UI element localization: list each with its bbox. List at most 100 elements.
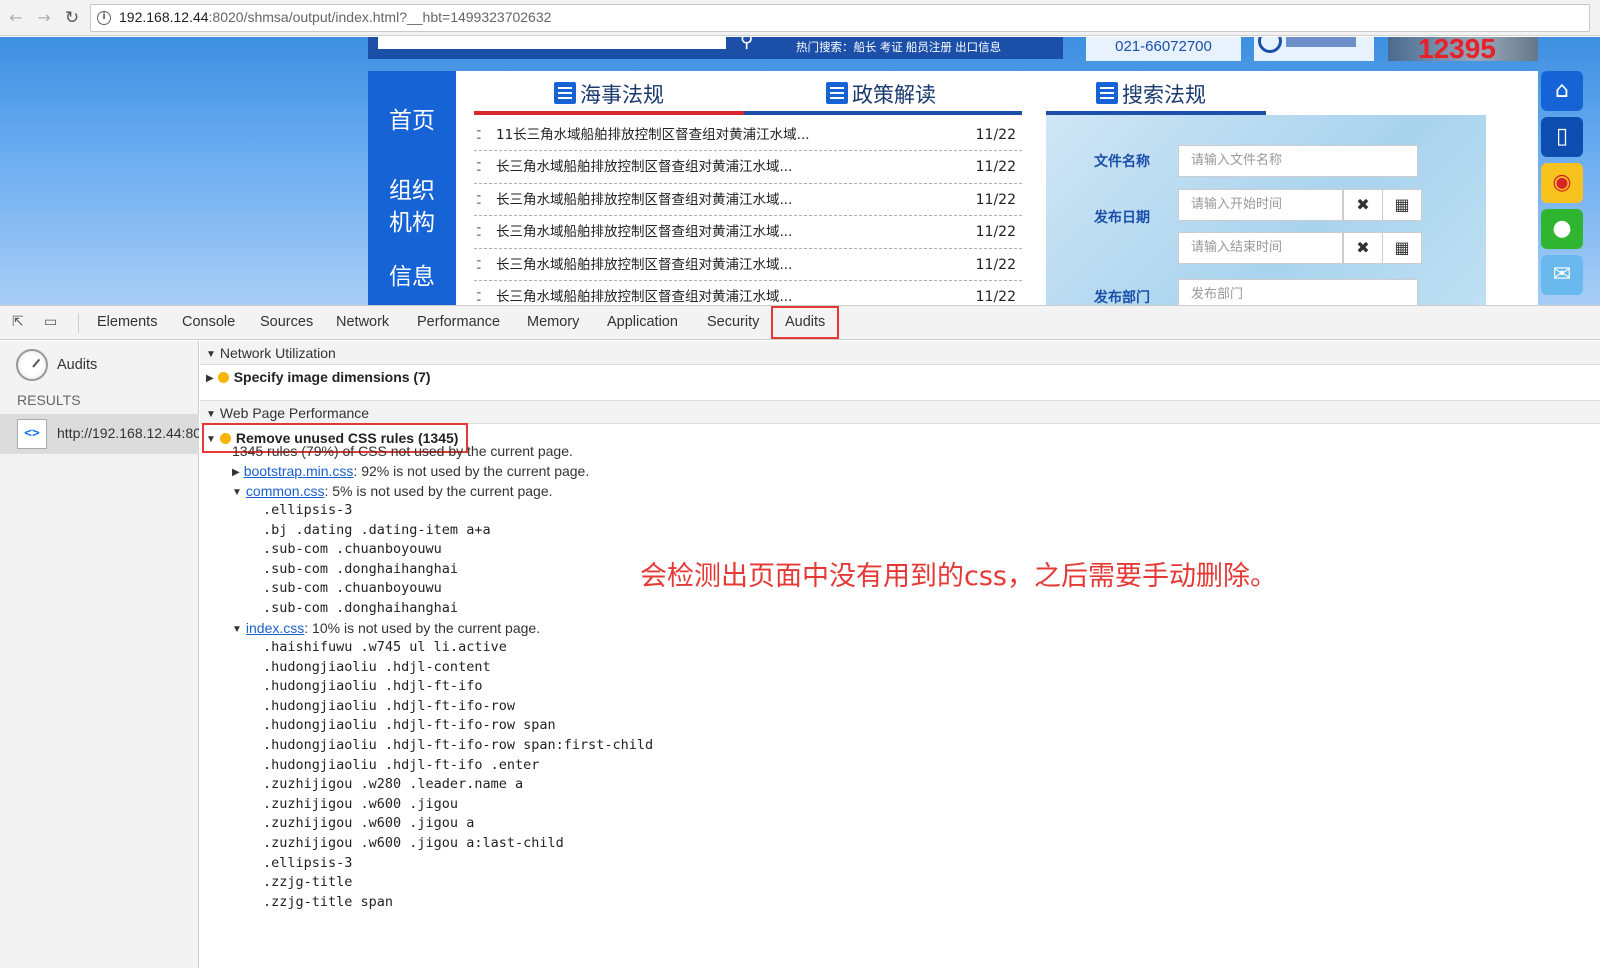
audits-sidebar: Audits RESULTS <> http://192.168.12.44:8… [0, 341, 199, 968]
file-link[interactable]: common.css [246, 483, 325, 499]
clear-icon[interactable]: ✖ [1343, 189, 1383, 221]
css-rule: .zuzhijigou .w280 .leader.name a [263, 776, 524, 793]
news-list: ⁚⁚ 11长三角水域船舶排放控制区督查组对黄浦江水域... 11/22 ⁚⁚ 长三角水… [474, 119, 1022, 305]
category-web-page-performance[interactable]: ▼ Web Page Performance [200, 400, 1600, 424]
weibo-icon[interactable]: ◉ [1541, 163, 1583, 203]
bullet-icon: ⁚⁚ [476, 160, 481, 175]
site-header-strip: ⚲ 热门搜索：船长 考证 船员注册 出口信息 021-66072700 1239… [368, 37, 1538, 61]
expand-triangle-icon: ▼ [206, 434, 216, 445]
mail-icon[interactable]: ✉ [1541, 255, 1583, 295]
warning-dot-icon [217, 372, 229, 383]
news-item[interactable]: ⁚⁚ 长三角水域船舶排放控制区督查组对黄浦江水域... 11/22 [474, 184, 1022, 217]
css-rule: .zuzhijigou .w600 .jigou a [263, 815, 475, 832]
news-item[interactable]: ⁚⁚ 长三角水域船舶排放控制区督查组对黄浦江水域... 11/22 [474, 216, 1022, 249]
audit-result-item[interactable]: <> http://192.168.12.44:8020 [0, 414, 199, 454]
badge-circle-icon [1258, 37, 1282, 53]
nav-info[interactable]: 信息 [368, 261, 456, 293]
calendar-icon[interactable]: ▦ [1382, 232, 1422, 264]
file-name-input[interactable]: 请输入文件名称 [1178, 145, 1418, 177]
audit-image-dimensions[interactable]: ▶ Specify image dimensions (7) [206, 366, 431, 388]
file-row-index[interactable]: ▼ index.css: 10% is not used by the curre… [232, 620, 540, 636]
audit-results-panel: ▼ Network Utilization ▶ Specify image dime… [200, 341, 1600, 968]
hotline-banner[interactable]: 12395 [1388, 37, 1538, 61]
home-icon[interactable]: ⌂ [1541, 71, 1583, 111]
audits-clock-icon [16, 349, 48, 381]
tab-policy[interactable]: 政策解读 [826, 79, 936, 109]
tab-security[interactable]: Security [707, 306, 759, 339]
badge-text [1286, 37, 1356, 47]
news-item[interactable]: ⁚⁚ 长三角水域船舶排放控制区督查组对黄浦江水域... 11/22 [474, 281, 1022, 305]
calendar-icon[interactable]: ▦ [1382, 189, 1422, 221]
collapsed-triangle-icon: ▶ [232, 467, 240, 478]
clear-icon[interactable]: ✖ [1343, 232, 1383, 264]
left-nav: 首页 组织 机构 信息 [368, 71, 456, 305]
tab-sources[interactable]: Sources [260, 306, 313, 339]
publish-date-label: 发布日期 [1094, 210, 1150, 226]
file-name-label: 文件名称 [1094, 154, 1150, 170]
law-search-title: 搜索法规 [1096, 79, 1206, 109]
site-search-input[interactable] [378, 37, 726, 49]
tab-application[interactable]: Application [607, 306, 678, 339]
mobile-icon[interactable]: ▯ [1541, 117, 1583, 157]
css-rule: .ellipsis-3 [263, 854, 353, 871]
css-rule: .ellipsis-3 [263, 502, 353, 518]
hotline-number: 12395 [1418, 37, 1496, 61]
url-input[interactable]: i 192.168.12.44:8020/shmsa/output/index.… [90, 4, 1590, 32]
common-css-rules: .ellipsis-3 .bj .dating .dating-item a+a… [263, 501, 491, 619]
tab-elements[interactable]: Elements [97, 306, 157, 339]
forward-arrow-icon[interactable]: → [34, 8, 54, 28]
tab-memory[interactable]: Memory [527, 306, 579, 339]
annotation-note: 会检测出页面中没有用到的css，之后需要手动删除。 [640, 561, 1277, 592]
device-toolbar-icon[interactable]: ▭ [44, 314, 62, 332]
tab-maritime-law[interactable]: 海事法规 [554, 79, 664, 109]
results-heading: RESULTS [17, 392, 81, 408]
file-row-bootstrap[interactable]: ▶ bootstrap.min.css: 92% is not used by t… [232, 463, 589, 479]
search-icon[interactable]: ⚲ [740, 37, 753, 52]
nav-org[interactable]: 组织 机构 [368, 175, 456, 239]
tab-audits[interactable]: Audits [771, 306, 840, 339]
unused-css-summary: 1345 rules (79%) of CSS not used by the … [232, 443, 573, 459]
file-link[interactable]: index.css [246, 620, 304, 636]
inspect-element-icon[interactable]: ⇱ [12, 314, 30, 332]
info-icon[interactable]: i [97, 11, 111, 25]
bullet-icon: ⁚⁚ [476, 128, 481, 142]
back-arrow-icon[interactable]: ← [6, 8, 26, 28]
expand-triangle-icon: ▼ [232, 624, 242, 635]
file-link[interactable]: bootstrap.min.css [244, 463, 354, 479]
css-rule: .zuzhijigou .w600 .jigou [263, 795, 459, 812]
wechat-icon[interactable]: ● [1541, 209, 1583, 249]
file-row-common[interactable]: ▼ common.css: 5% is not used by the curre… [232, 483, 553, 499]
category-network-utilization[interactable]: ▼ Network Utilization [200, 341, 1600, 365]
news-item[interactable]: ⁚⁚ 11长三角水域船舶排放控制区督查组对黄浦江水域... 11/22 [474, 119, 1022, 152]
index-css-rules: .haishifuwu .w745 ul li.active .hudongji… [263, 638, 653, 912]
start-date-input[interactable]: 请输入开始时间 [1178, 189, 1343, 221]
publish-dept-select[interactable]: 发布部门 [1178, 279, 1418, 305]
news-item[interactable]: ⁚⁚ 长三角水域船舶排放控制区督查组对黄浦江水域... 11/22 [474, 249, 1022, 281]
end-date-input[interactable]: 请输入结束时间 [1178, 232, 1343, 264]
css-rule: .hudongjiaoliu .hdjl-content [263, 658, 491, 675]
expand-triangle-icon: ▼ [232, 487, 242, 498]
tab-network[interactable]: Network [336, 306, 389, 339]
service-badge[interactable] [1254, 37, 1374, 61]
bullet-icon: ⁚⁚ [476, 192, 481, 207]
content-panel: 首页 组织 机构 信息 海事法规 政策解读 ⁚⁚ 11长三角水域船舶排放控制区督查组… [368, 71, 1538, 305]
news-tabs-area: 海事法规 政策解读 ⁚⁚ 11长三角水域船舶排放控制区督查组对黄浦江水域... 11… [474, 71, 1022, 305]
bullet-icon: ⁚⁚ [476, 225, 481, 240]
tab-console[interactable]: Console [182, 306, 235, 339]
reload-icon[interactable]: ↻ [62, 8, 82, 28]
css-rule: .sub-com .donghaihanghai [263, 599, 459, 616]
css-rule: .hudongjiaoliu .hdjl-ft-ifo .enter [263, 756, 540, 773]
page-viewport: ⚲ 热门搜索：船长 考证 船员注册 出口信息 021-66072700 1239… [0, 37, 1600, 305]
tab-active-indicator [474, 111, 744, 115]
hot-search-links[interactable]: 热门搜索：船长 考证 船员注册 出口信息 [788, 37, 1063, 59]
css-rule: .hudongjiaoliu .hdjl-ft-ifo-row span:fir… [263, 736, 654, 753]
news-item[interactable]: ⁚⁚ 长三角水域船舶排放控制区督查组对黄浦江水域... 11/22 [474, 151, 1022, 184]
devtools-toolbar: ⇱ ▭ Elements Console Sources Network Per… [0, 305, 1600, 340]
collapsed-triangle-icon: ▶ [206, 373, 214, 384]
css-rule: .sub-com .chuanboyouwu [263, 580, 442, 597]
tab-performance[interactable]: Performance [417, 306, 500, 339]
toolbar-divider [78, 313, 79, 333]
nav-home[interactable]: 首页 [368, 105, 456, 137]
audits-launcher[interactable]: Audits [57, 357, 97, 373]
search-form: 文件名称 请输入文件名称 发布日期 请输入开始时间 ✖ ▦ 请输入结束时间 ✖ … [1046, 115, 1486, 305]
